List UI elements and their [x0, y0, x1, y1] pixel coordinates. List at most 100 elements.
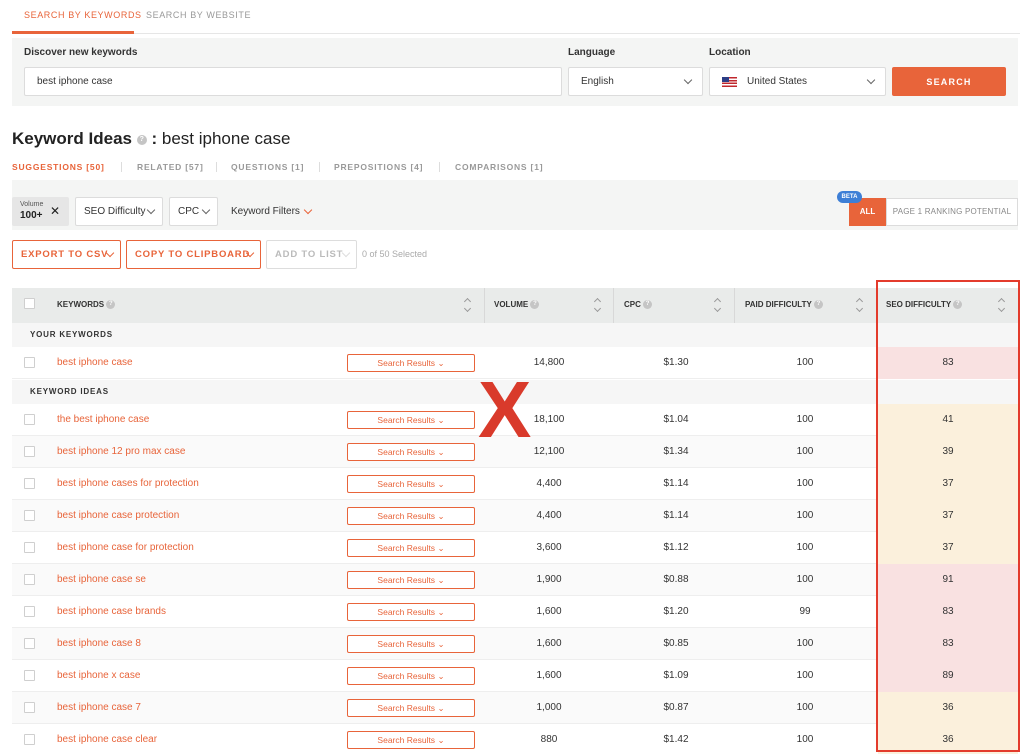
search-results-label: Search Results: [377, 358, 436, 368]
paid-difficulty-cell: 100: [796, 510, 814, 521]
seo-difficulty-cell: 89: [878, 660, 1018, 692]
volume-cell: 1,900: [536, 574, 562, 585]
sort-icon[interactable]: [464, 296, 471, 314]
column-divider: [876, 288, 877, 323]
keyword-link[interactable]: best iphone cases for protection: [57, 478, 199, 489]
chevron-down-icon: [866, 75, 876, 85]
sort-icon[interactable]: [998, 296, 1005, 314]
search-results-label: Search Results: [377, 543, 436, 553]
search-results-label: Search Results: [377, 511, 436, 521]
select-all-checkbox[interactable]: [24, 298, 35, 309]
search-results-button[interactable]: Search Results ⌄: [347, 411, 475, 429]
export-csv-button[interactable]: EXPORT TO CSV: [12, 240, 121, 269]
search-results-button[interactable]: Search Results ⌄: [347, 475, 475, 493]
tab-divider: [216, 162, 217, 172]
keyword-link[interactable]: best iphone case protection: [57, 510, 179, 521]
paid-difficulty-cell: 99: [799, 606, 811, 617]
keyword-filters-dropdown[interactable]: Keyword Filters: [231, 205, 313, 217]
row-checkbox[interactable]: [24, 606, 35, 617]
search-results-button[interactable]: Search Results ⌄: [347, 635, 475, 653]
search-results-button[interactable]: Search Results ⌄: [347, 699, 475, 717]
keyword-link[interactable]: best iphone x case: [57, 670, 140, 681]
column-header-cpc[interactable]: CPC ?: [624, 300, 653, 310]
column-header-seo-difficulty[interactable]: SEO DIFFICULTY ?: [886, 300, 963, 310]
keyword-link[interactable]: best iphone case se: [57, 574, 146, 585]
tab-questions[interactable]: QUESTIONS [1]: [231, 162, 304, 172]
tab-related[interactable]: RELATED [57]: [137, 162, 204, 172]
search-results-button[interactable]: Search Results ⌄: [347, 354, 475, 372]
keyword-link[interactable]: best iphone case clear: [57, 734, 157, 745]
language-field-label: Language: [568, 47, 616, 58]
sort-icon[interactable]: [594, 296, 601, 314]
row-checkbox[interactable]: [24, 574, 35, 585]
row-checkbox[interactable]: [24, 702, 35, 713]
seo-difficulty-filter[interactable]: SEO Difficulty: [75, 197, 163, 226]
row-checkbox[interactable]: [24, 478, 35, 489]
add-to-list-button[interactable]: ADD TO LIST: [266, 240, 357, 269]
keyword-link[interactable]: best iphone case: [57, 357, 133, 368]
search-results-button[interactable]: Search Results ⌄: [347, 571, 475, 589]
column-header-volume[interactable]: VOLUME ?: [494, 300, 540, 310]
search-results-button[interactable]: Search Results ⌄: [347, 603, 475, 621]
keyword-link[interactable]: best iphone case 7: [57, 702, 141, 713]
row-checkbox[interactable]: [24, 734, 35, 745]
keyword-link[interactable]: best iphone case for protection: [57, 542, 194, 553]
row-checkbox[interactable]: [24, 446, 35, 457]
tab-comparisons[interactable]: COMPARISONS [1]: [455, 162, 543, 172]
copy-clipboard-button[interactable]: COPY TO CLIPBOARD: [126, 240, 261, 269]
column-header-paid-difficulty[interactable]: PAID DIFFICULTY ?: [745, 300, 823, 310]
search-button[interactable]: SEARCH: [892, 67, 1006, 96]
search-results-button[interactable]: Search Results ⌄: [347, 731, 475, 749]
sort-icon[interactable]: [714, 296, 721, 314]
keyword-search-input[interactable]: [24, 67, 562, 96]
search-results-button[interactable]: Search Results ⌄: [347, 443, 475, 461]
volume-filter-chip[interactable]: Volume 100+ ✕: [12, 197, 69, 226]
keyword-link[interactable]: best iphone 12 pro max case: [57, 446, 185, 457]
close-icon[interactable]: ✕: [50, 204, 60, 218]
help-icon[interactable]: ?: [953, 300, 963, 310]
annotation-x-mark: X: [478, 365, 532, 454]
tab-divider: [319, 162, 320, 172]
help-icon[interactable]: ?: [530, 300, 540, 310]
search-results-button[interactable]: Search Results ⌄: [347, 507, 475, 525]
row-checkbox[interactable]: [24, 510, 35, 521]
seo-difficulty-cell: 37: [878, 500, 1018, 532]
tab-suggestions[interactable]: SUGGESTIONS [50]: [12, 162, 105, 172]
column-header-seo-difficulty-label: SEO DIFFICULTY: [886, 300, 952, 309]
column-header-keywords[interactable]: KEYWORDS ?: [57, 300, 116, 310]
chevron-down-icon: [683, 75, 693, 85]
group-label: YOUR KEYWORDS: [30, 330, 113, 339]
keyword-link[interactable]: the best iphone case: [57, 414, 149, 425]
help-icon[interactable]: ?: [643, 300, 653, 310]
paid-difficulty-cell: 100: [796, 542, 814, 553]
tab-prepositions[interactable]: PREPOSITIONS [4]: [334, 162, 423, 172]
tab-search-by-website[interactable]: SEARCH BY WEBSITE: [146, 10, 251, 20]
table-row: best iphone case protection Search Result…: [12, 500, 1018, 532]
cpc-filter[interactable]: CPC: [169, 197, 218, 226]
search-results-button[interactable]: Search Results ⌄: [347, 667, 475, 685]
sort-icon[interactable]: [856, 296, 863, 314]
chevron-down-icon: ⌄: [437, 447, 445, 457]
help-icon[interactable]: ?: [136, 134, 147, 145]
row-checkbox[interactable]: [24, 670, 35, 681]
paid-difficulty-cell: 100: [796, 734, 814, 745]
cpc-cell: $0.87: [663, 702, 689, 713]
search-results-button[interactable]: Search Results ⌄: [347, 539, 475, 557]
cpc-cell: $1.20: [663, 606, 689, 617]
paid-difficulty-cell: 100: [796, 478, 814, 489]
tab-search-by-keywords[interactable]: SEARCH BY KEYWORDS: [24, 10, 142, 20]
language-select[interactable]: English: [568, 67, 703, 96]
row-checkbox[interactable]: [24, 414, 35, 425]
keyword-link[interactable]: best iphone case brands: [57, 606, 166, 617]
seo-difficulty-cell: 36: [878, 724, 1018, 754]
row-checkbox[interactable]: [24, 638, 35, 649]
table-row: best iphone x case Search Results ⌄ 1,600 $…: [12, 660, 1018, 692]
location-select[interactable]: United States: [709, 67, 886, 96]
help-icon[interactable]: ?: [813, 300, 823, 310]
ranking-potential-button[interactable]: PAGE 1 RANKING POTENTIAL: [886, 198, 1018, 226]
help-icon[interactable]: ?: [106, 300, 116, 310]
keyword-link[interactable]: best iphone case 8: [57, 638, 141, 649]
cpc-cell: $1.04: [663, 414, 689, 425]
row-checkbox[interactable]: [24, 542, 35, 553]
row-checkbox[interactable]: [24, 357, 35, 368]
